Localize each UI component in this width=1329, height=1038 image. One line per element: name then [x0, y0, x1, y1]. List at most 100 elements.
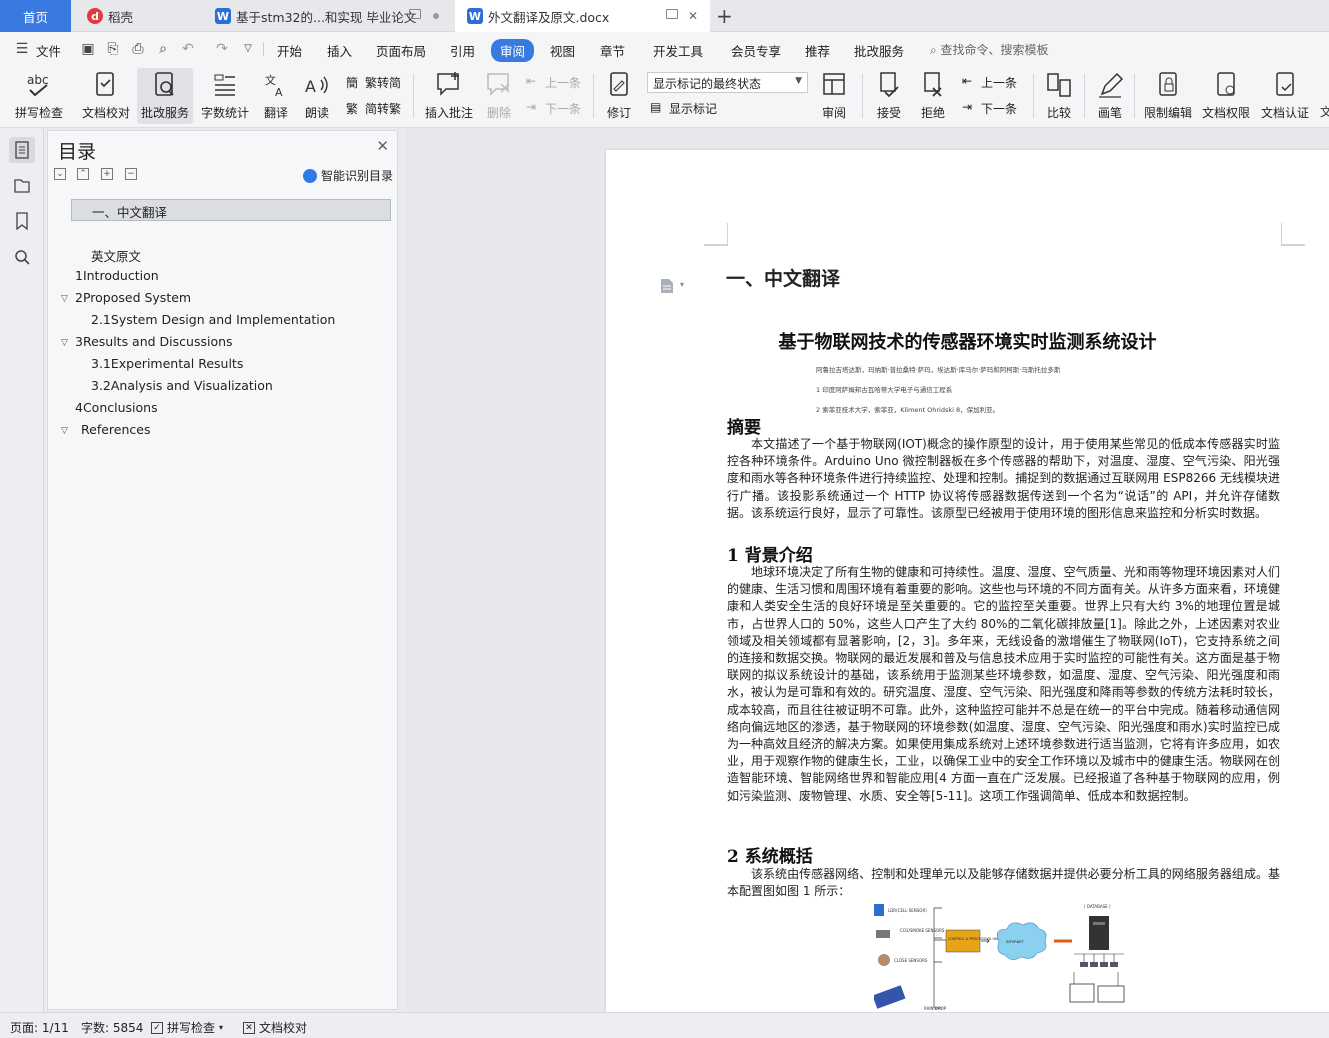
simp-to-trad-icon: 繁 [346, 102, 359, 116]
undo-icon[interactable]: ↶ [180, 41, 196, 57]
show-markup-button[interactable]: ▤ 显示标记 [650, 98, 717, 118]
find-panel-button[interactable] [9, 244, 35, 270]
add-heading-icon[interactable]: + [101, 168, 113, 180]
redo-icon[interactable]: ↷ [214, 41, 230, 57]
toc-item-english-original[interactable]: 英文原文 [91, 246, 141, 265]
next-change-button[interactable]: ⇥ 下一条 [962, 98, 1017, 118]
new-tab-icon[interactable]: + [716, 4, 733, 28]
ribbon-overflow-label[interactable]: 文 [1320, 103, 1329, 120]
toc-item-label: 英文原文 [91, 249, 142, 264]
toc-item-results[interactable]: 3Results and Discussions [75, 334, 233, 349]
delete-comment-button[interactable]: 删除 [479, 68, 519, 124]
menu-review-service[interactable]: 批改服务 [854, 41, 904, 60]
chapter-panel-button[interactable] [9, 172, 35, 198]
track-changes-button[interactable]: 修订 [600, 68, 638, 124]
toc-item-system-design[interactable]: 2.1System Design and Implementation [91, 312, 335, 327]
prev-comment-button[interactable]: ⇤ 上一条 [526, 72, 581, 92]
doc-permission-button[interactable]: 文档权限 [1198, 68, 1254, 124]
crop-mark [704, 223, 728, 246]
tab-document-active[interactable]: W 外文翻译及原文.docx ✕ [455, 0, 710, 32]
ribbon-divider [862, 74, 863, 118]
read-aloud-label: 朗读 [304, 106, 329, 120]
toc-item-analysis[interactable]: 3.2Analysis and Visualization [91, 378, 273, 393]
menu-developer[interactable]: 开发工具 [653, 41, 703, 60]
simp-to-trad-button[interactable]: 繁简转繁 [346, 98, 401, 118]
reject-button[interactable]: 拒绝 [913, 68, 953, 124]
menu-member[interactable]: 会员专享 [731, 41, 781, 60]
hamburger-icon[interactable]: ☰ [14, 41, 30, 57]
chevron-down-icon[interactable]: ▽ [61, 426, 68, 436]
word-count-indicator[interactable]: 字数: 5854 [81, 1019, 143, 1036]
compare-label: 比较 [1046, 106, 1071, 120]
chevron-down-icon[interactable]: ▾ [680, 280, 684, 289]
document-page[interactable]: ▾ 一、中文翻译 基于物联网技术的传感器环境实时监测系统设计 阿鲁拉吉塔达斯，玛… [606, 150, 1329, 1012]
menu-page-layout[interactable]: 页面布局 [376, 41, 426, 60]
abstract-heading: 摘要 [727, 418, 761, 438]
chevron-down-icon[interactable]: ▽ [61, 338, 68, 348]
menu-recommend[interactable]: 推荐 [805, 41, 830, 60]
page-indicator[interactable]: 页面: 1/11 [10, 1019, 69, 1036]
ribbon-divider [1134, 74, 1135, 118]
toc-title: 目录 [58, 141, 97, 163]
next-comment-label: 下一条 [545, 101, 582, 116]
paragraph-menu-icon[interactable] [660, 278, 674, 294]
restrict-edit-button[interactable]: 限制编辑 [1140, 68, 1196, 124]
trad-to-simp-button[interactable]: 簡繁转简 [346, 72, 401, 92]
search-icon: ⌕ [930, 43, 941, 57]
spellcheck-button[interactable]: abc 拼写检查 [8, 68, 70, 124]
accept-button[interactable]: 接受 [869, 68, 909, 124]
tab-close-icon[interactable]: ✕ [688, 9, 698, 23]
close-icon[interactable]: ✕ [376, 137, 389, 155]
status-spellcheck[interactable]: ✓ 拼写检查 ▾ [151, 1019, 223, 1036]
collapse-all-icon[interactable]: ⌄ [54, 168, 66, 180]
doc-proof-button[interactable]: 文档校对 [78, 68, 134, 124]
command-search[interactable]: ⌕ 查找命令、搜索模板 [930, 41, 1049, 58]
toc-item-proposed-system[interactable]: 2Proposed System [75, 290, 191, 305]
menu-insert[interactable]: 插入 [327, 41, 352, 60]
menu-home[interactable]: 开始 [277, 41, 302, 60]
pen-button[interactable]: 画笔 [1092, 68, 1128, 124]
doc-cert-button[interactable]: 文档认证 [1257, 68, 1313, 124]
read-aloud-button[interactable]: A 朗读 [299, 68, 335, 124]
bookmark-panel-button[interactable] [9, 208, 35, 234]
paper-affiliation-2: 2 索菲亚技术大学，索菲亚，Kliment Ohridski 8，保加利亚。 [816, 406, 1000, 414]
status-doc-proof[interactable]: ✕ 文档校对 [243, 1019, 307, 1036]
word-count-button[interactable]: 字数统计 [197, 68, 253, 124]
toc-item-conclusions[interactable]: 4Conclusions [75, 400, 158, 415]
toc-item-references[interactable]: References [81, 422, 150, 437]
ribbon-divider [593, 74, 594, 118]
tab-docer[interactable]: d 稻壳 [75, 0, 200, 32]
toc-item-introduction[interactable]: 1Introduction [75, 268, 159, 283]
markup-state-select[interactable]: 显示标记的最终状态 ▼ [647, 72, 808, 93]
tab-float-icon[interactable] [409, 9, 421, 19]
expand-up-icon[interactable]: ⌃ [77, 168, 89, 180]
print-icon[interactable]: ⎙ [130, 41, 146, 57]
customize-chevron-icon[interactable]: ▽ [240, 41, 256, 57]
smart-toc-button[interactable]: 智能识别目录 [302, 167, 393, 184]
chevron-down-icon[interactable]: ▽ [61, 294, 68, 304]
menu-review[interactable]: 审阅 [491, 39, 535, 62]
translate-button[interactable]: 文A 翻译 [256, 68, 296, 124]
prev-change-button[interactable]: ⇤ 上一条 [962, 72, 1017, 92]
toc-item-chinese-translation[interactable]: 一、中文翻译 [71, 199, 391, 221]
tab-float-icon[interactable] [666, 9, 678, 19]
next-comment-button[interactable]: ⇥ 下一条 [526, 98, 581, 118]
tab-home[interactable]: 首页 [0, 0, 71, 32]
export-pdf-icon[interactable]: ⎘ [105, 41, 121, 57]
remove-heading-icon[interactable]: − [125, 168, 137, 180]
document-area[interactable]: ▾ 一、中文翻译 基于物联网技术的传感器环境实时监测系统设计 阿鲁拉吉塔达斯，玛… [406, 128, 1329, 1012]
menu-references[interactable]: 引用 [450, 41, 475, 60]
toc-panel-button[interactable] [9, 137, 35, 163]
review-service-button[interactable]: 批改服务 [137, 68, 193, 124]
menu-chapter[interactable]: 章节 [600, 41, 625, 60]
print-preview-icon[interactable]: ⌕ [155, 41, 171, 57]
menu-view[interactable]: 视图 [550, 41, 575, 60]
review-pane-button[interactable]: 审阅 [814, 68, 854, 124]
toc-item-experimental-results[interactable]: 3.1Experimental Results [91, 356, 243, 371]
status-doc-proof-label: 文档校对 [259, 1021, 308, 1035]
menu-file[interactable]: 文件 [36, 41, 61, 60]
insert-comment-button[interactable]: 插入批注 [421, 68, 477, 124]
save-icon[interactable]: ▣ [80, 41, 96, 57]
tab-document-stm32[interactable]: W 基于stm32的...和实现 毕业论文 [203, 0, 453, 32]
compare-button[interactable]: 比较 [1040, 68, 1078, 124]
